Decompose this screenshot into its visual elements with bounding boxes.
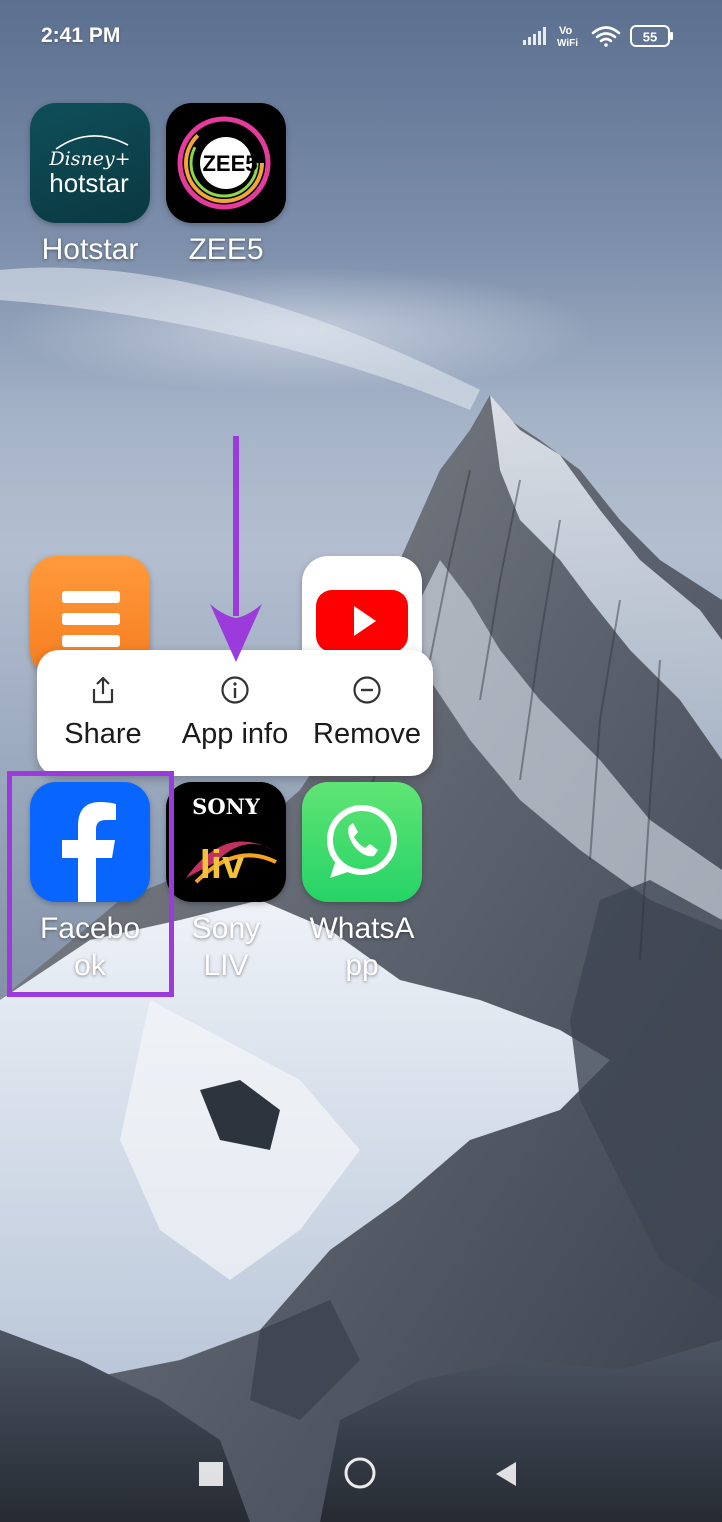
svg-text:Disney+: Disney+: [48, 148, 130, 170]
app-label-hotstar: Hotstar: [41, 233, 139, 266]
app-hotstar[interactable]: Disney+ hotstar Hotstar: [20, 103, 160, 268]
svg-text:hotstar: hotstar: [49, 168, 129, 198]
home-circle-icon: [344, 1457, 376, 1489]
status-icons: Vo WiFi 55: [523, 25, 673, 49]
recents-button[interactable]: [199, 1462, 223, 1486]
sonyliv-icon: SONY liv: [166, 782, 286, 902]
status-bar: 2:41 PM Vo WiFi 55: [0, 0, 722, 72]
home-button[interactable]: [343, 1456, 377, 1490]
svg-text:ZEE5: ZEE5: [202, 151, 257, 176]
share-icon: [92, 676, 114, 704]
app-zee5[interactable]: ZEE5 ZEE5: [156, 103, 296, 268]
share-label: Share: [64, 718, 142, 750]
whatsapp-logo: [327, 805, 397, 878]
app-label-whatsapp: WhatsA pp: [309, 912, 415, 982]
pointer-arrow-icon: [210, 436, 262, 662]
app-sonyliv[interactable]: SONY liv Sony LIV: [156, 782, 296, 984]
svg-text:liv: liv: [200, 843, 245, 887]
app-label-sonyliv: Sony LIV: [191, 912, 261, 982]
svg-text:Vo: Vo: [559, 25, 573, 37]
signal-icon: [523, 27, 546, 45]
navigation-bar: [0, 1440, 722, 1522]
vowifi-icon: Vo WiFi: [557, 25, 578, 49]
zee5-logo: ZEE5: [177, 116, 271, 210]
remove-menu-item[interactable]: Remove: [301, 650, 433, 776]
home-screen: 2:41 PM Vo WiFi 55 Disney+ hotstar Hotst…: [0, 0, 722, 1522]
back-button[interactable]: [494, 1460, 518, 1488]
app-info-menu-item[interactable]: App info: [169, 650, 301, 776]
svg-text:WiFi: WiFi: [557, 38, 578, 49]
remove-label: Remove: [313, 718, 421, 750]
status-time: 2:41 PM: [41, 24, 121, 47]
whatsapp-icon: [302, 782, 422, 902]
remove-icon: [353, 676, 381, 704]
zee5-icon: ZEE5: [166, 103, 286, 223]
svg-text:SONY: SONY: [192, 794, 261, 819]
hotstar-logo: Disney+ hotstar: [48, 135, 131, 198]
info-icon: [221, 676, 249, 704]
app-info-label: App info: [181, 718, 289, 750]
highlight-box: [7, 771, 174, 997]
svg-text:55: 55: [643, 30, 657, 45]
app-label-zee5: ZEE5: [188, 233, 264, 266]
battery-icon: 55: [630, 25, 673, 47]
app-shortcut-menu: Share App info Remove: [37, 650, 433, 776]
wifi-icon: [591, 26, 621, 47]
app-whatsapp[interactable]: WhatsA pp: [292, 782, 432, 984]
hotstar-icon: Disney+ hotstar: [30, 103, 150, 223]
back-triangle-icon: [496, 1462, 516, 1486]
share-menu-item[interactable]: Share: [37, 650, 169, 776]
sonyliv-logo: SONY liv: [186, 794, 277, 887]
